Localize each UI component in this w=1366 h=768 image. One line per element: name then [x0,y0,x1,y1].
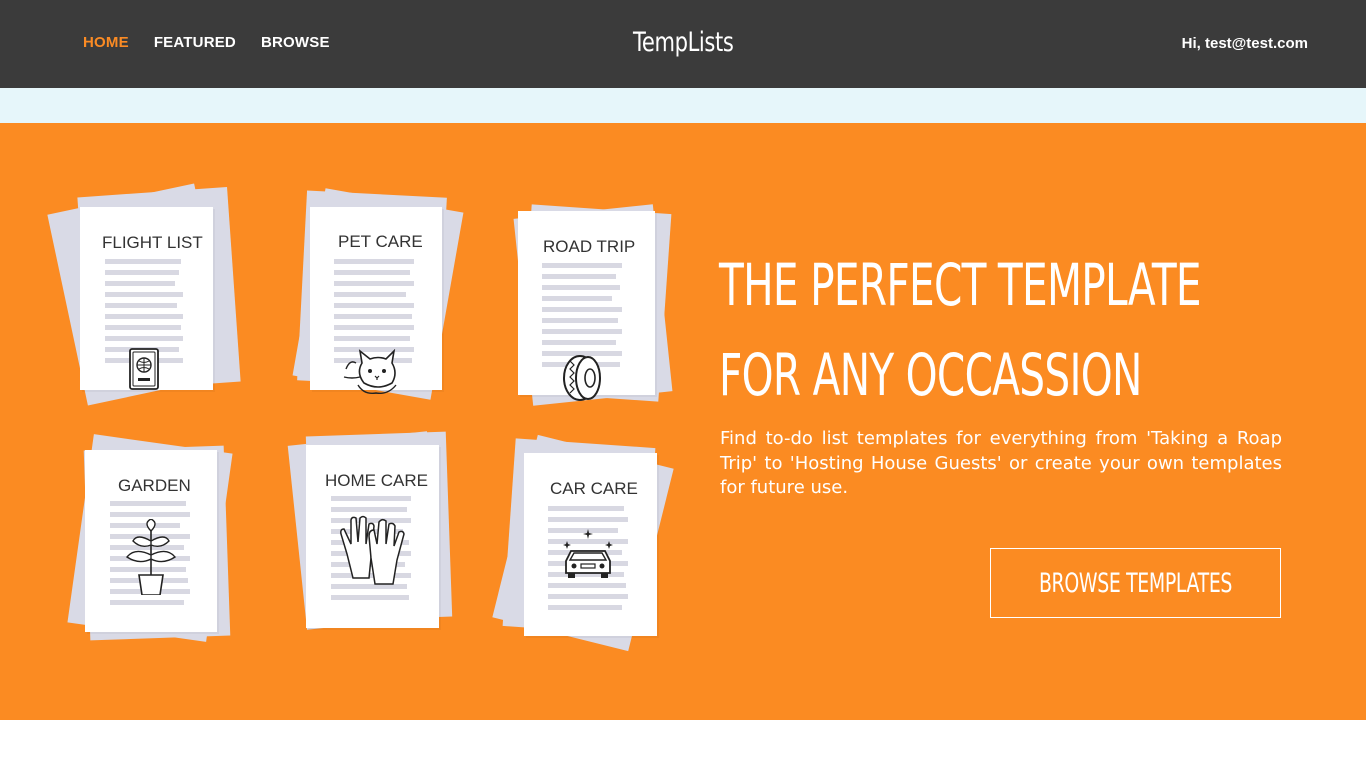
card-title: FLIGHT LIST [102,233,203,252]
template-card-home-care[interactable]: HOME CARE [285,428,465,643]
gloves-icon [340,515,405,585]
cat-icon [343,349,397,395]
nav-featured-link[interactable]: FEATURED [154,34,236,51]
top-navbar: HOME FEATURED BROWSE TempLists Hi, test@… [0,0,1366,88]
plant-icon [125,519,177,595]
card-title: PET CARE [338,232,423,251]
brand-logo[interactable]: TempLists [633,27,734,58]
hero-headline: THE PERFECT TEMPLATE FOR ANY OCCASSION [719,240,1202,420]
browse-templates-button[interactable]: BROWSE TEMPLATES [990,548,1281,618]
tire-icon [563,355,601,401]
headline-line-2: FOR ANY OCCASSION [719,341,1142,409]
template-card-garden[interactable]: GARDEN [65,433,245,658]
card-title: CAR CARE [550,479,638,498]
nav-browse-link[interactable]: BROWSE [261,34,330,51]
template-card-pet-care[interactable]: PET CARE [290,188,465,409]
template-card-road-trip[interactable]: ROAD TRIP [505,203,680,413]
card-title: HOME CARE [325,471,428,490]
main-nav: HOME FEATURED BROWSE [83,34,355,51]
browse-templates-label: BROWSE TEMPLATES [1038,568,1233,599]
template-card-flight-list[interactable]: FLIGHT LIST [47,183,241,407]
hero-section: FLIGHT LIST PET CARE ROAD TRIP GARDEN HO… [0,123,1366,720]
banner-strip [0,88,1366,123]
nav-home-link[interactable]: HOME [83,34,129,51]
hero-description: Find to-do list templates for everything… [720,428,1282,498]
car-icon [563,529,613,578]
headline-line-1: THE PERFECT TEMPLATE [719,251,1202,319]
template-card-car-care[interactable]: CAR CARE [492,433,685,658]
card-title: GARDEN [118,476,191,495]
card-title: ROAD TRIP [543,237,636,256]
user-greeting[interactable]: Hi, test@test.com [1182,35,1308,52]
passport-icon [129,348,159,390]
